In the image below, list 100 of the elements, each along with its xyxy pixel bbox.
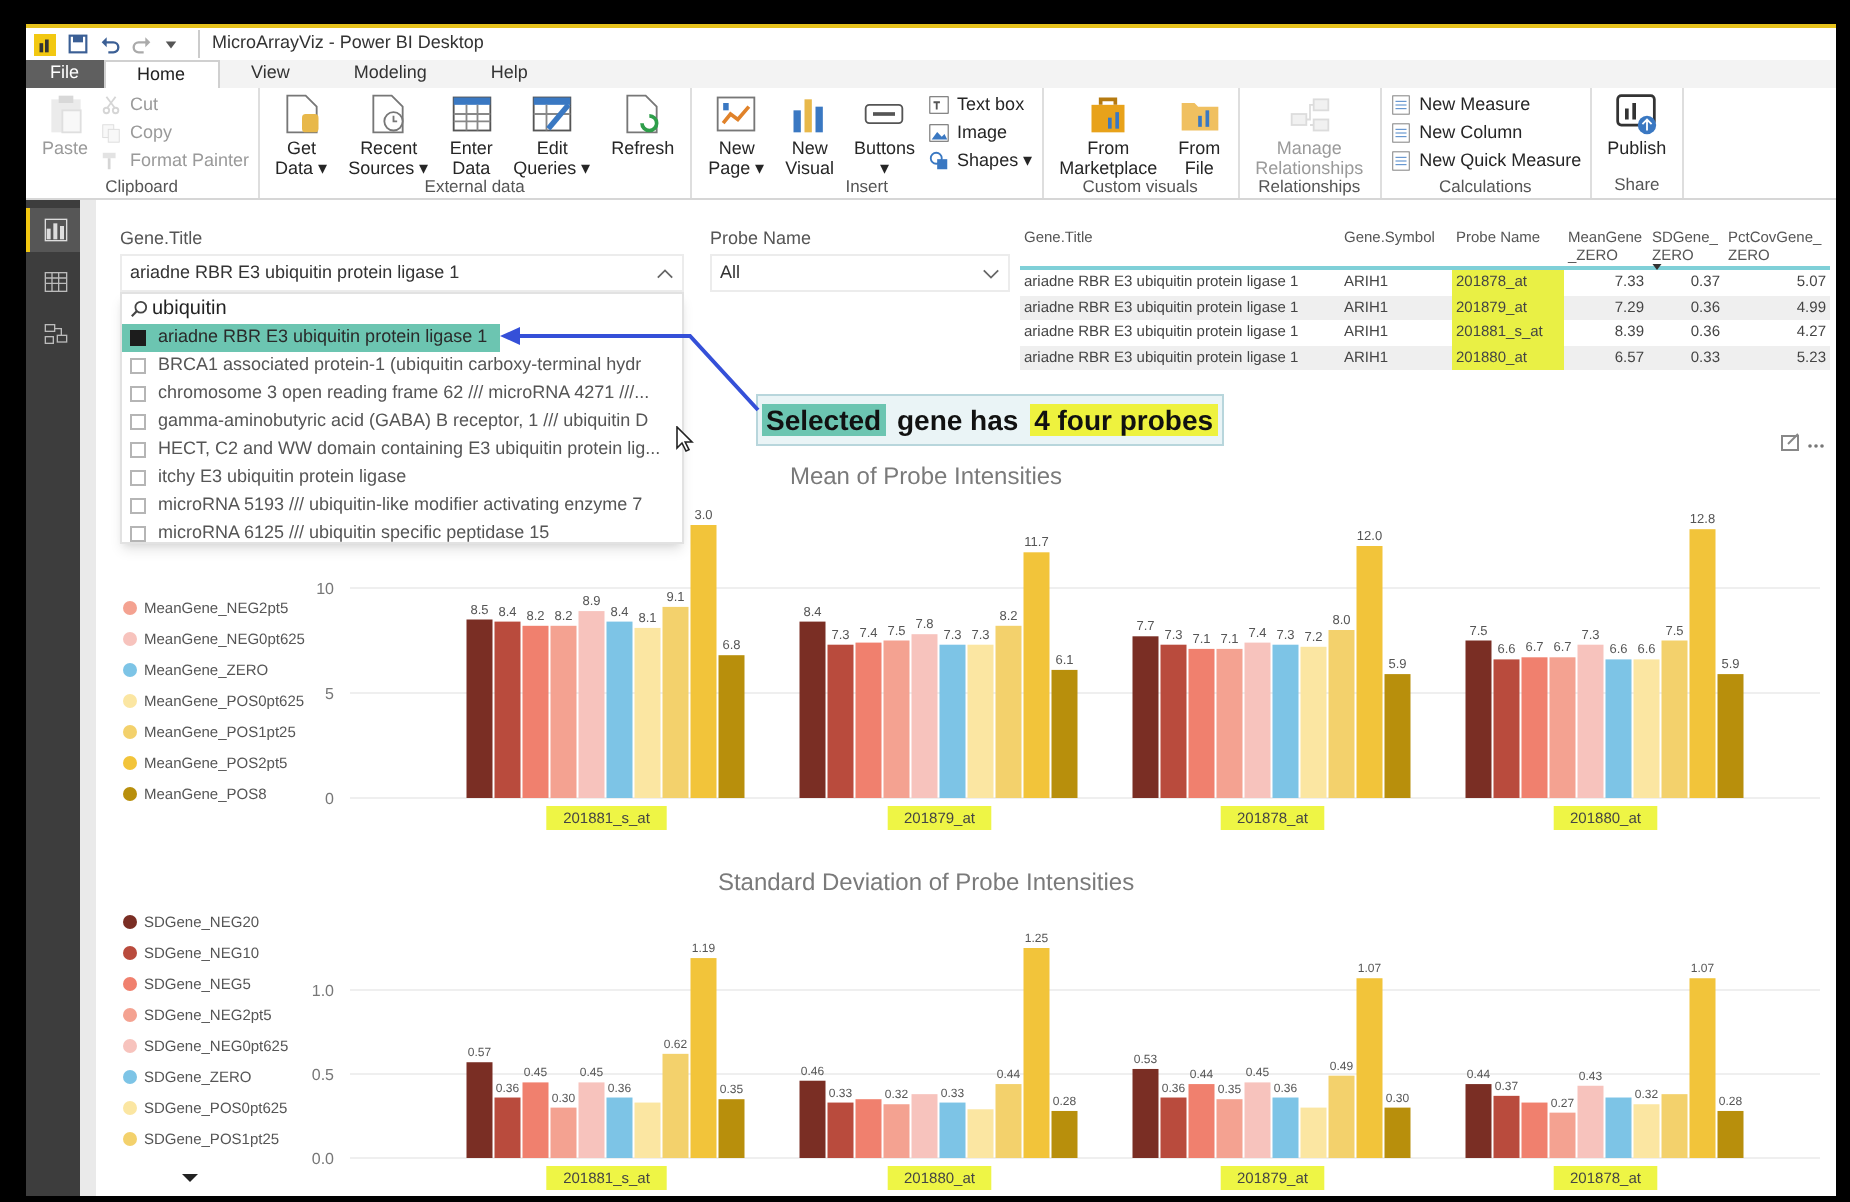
ribbon-button[interactable]: New Quick Measure <box>1389 148 1582 174</box>
scroll-down-icon[interactable] <box>182 1174 198 1182</box>
ribbon-button[interactable]: From File <box>1169 92 1230 178</box>
checkbox[interactable] <box>130 498 146 514</box>
tick-label: 10 <box>316 580 334 598</box>
group-label: Custom visuals <box>1082 176 1200 200</box>
ribbon-tab[interactable]: File <box>26 60 104 88</box>
model-icon <box>43 322 67 346</box>
bar[interactable] <box>1051 669 1078 798</box>
sort-arrow-icon <box>1652 264 1662 270</box>
bar[interactable] <box>1160 644 1187 798</box>
chevron-up-icon <box>656 267 674 279</box>
app-logo-icon <box>34 33 56 55</box>
redo-icon[interactable] <box>132 34 152 54</box>
ribbon-button[interactable]: Publish <box>1599 92 1675 158</box>
ribbon-button[interactable]: Enter Data <box>441 92 502 178</box>
ribbon-button[interactable]: Refresh <box>603 92 683 158</box>
checkbox[interactable] <box>130 330 146 346</box>
bar[interactable] <box>855 1099 882 1158</box>
list-item[interactable]: HECT, C2 and WW domain containing E3 ubiquitin protein lig... <box>122 436 673 464</box>
data-grid-icon <box>43 270 67 294</box>
scissors-icon <box>100 94 123 116</box>
bar[interactable] <box>718 1099 745 1158</box>
bar[interactable] <box>718 655 745 798</box>
ribbon-button[interactable]: New Page ▾ <box>700 92 774 178</box>
list-item[interactable]: microRNA 5193 /// ubiquitin-like modifier activating enzyme 7 <box>122 492 655 520</box>
group-label: Clipboard <box>103 174 180 200</box>
bar[interactable] <box>799 1080 826 1158</box>
tick-label: 0.0 <box>311 1150 334 1168</box>
chart-title: Mean of Probe Intensities <box>789 462 1063 490</box>
bar[interactable] <box>1188 1084 1215 1158</box>
ribbon-button[interactable]: New Column <box>1389 120 1582 146</box>
ribbon-tab[interactable]: Help <box>458 60 560 88</box>
report-icon <box>43 218 67 242</box>
bar[interactable] <box>827 644 854 798</box>
checkbox[interactable] <box>130 442 146 458</box>
bar[interactable] <box>1188 648 1215 798</box>
checkbox[interactable] <box>130 526 146 542</box>
view-button[interactable] <box>26 208 80 252</box>
checkbox[interactable] <box>130 386 146 402</box>
bar[interactable] <box>494 621 521 798</box>
bar[interactable] <box>466 1062 493 1158</box>
slicer-dropdown[interactable]: ariadne RBR E3 ubiquitin protein ligase 1 <box>120 254 684 292</box>
checkbox[interactable] <box>130 470 146 486</box>
checkbox[interactable] <box>130 414 146 430</box>
checkbox[interactable] <box>130 358 146 374</box>
list-item[interactable]: chromosome 3 open reading frame 62 /// microRNA 4271 ///... <box>122 380 662 408</box>
group-label: External data <box>422 176 525 200</box>
bar[interactable] <box>1132 1068 1159 1158</box>
list-item[interactable]: BRCA1 associated protein-1 (ubiquitin carboxy-terminal hydr <box>122 352 654 380</box>
tick-label: 1.0 <box>311 982 334 1000</box>
bar[interactable] <box>799 621 826 798</box>
group-label: Relationships <box>1258 176 1361 200</box>
search-field[interactable]: ubiquitin <box>152 296 552 322</box>
bar[interactable] <box>1465 640 1492 798</box>
bar[interactable] <box>1717 674 1744 798</box>
ribbon-button[interactable]: From Marketplace <box>1051 92 1166 178</box>
chevron-down-icon <box>982 267 1000 279</box>
ribbon-button[interactable]: Buttons ▾ <box>846 92 924 178</box>
bar[interactable] <box>522 1082 549 1158</box>
ribbon-button[interactable]: Edit Queries ▾ <box>505 92 600 178</box>
list-item[interactable]: gamma-aminobutyric acid (GABA) B receptor, 1 /// ubiquitin D <box>122 408 661 436</box>
save-icon[interactable] <box>68 34 88 54</box>
slicer-dropdown[interactable]: All <box>710 254 1010 292</box>
ribbon-button[interactable]: Text box <box>927 92 1034 118</box>
bar[interactable] <box>1384 674 1411 798</box>
bar[interactable] <box>1521 657 1548 798</box>
bar[interactable] <box>1465 1084 1492 1158</box>
ribbon-button[interactable]: Get Data ▾ <box>267 92 337 178</box>
diagram-icon <box>1287 92 1332 136</box>
copy-icon <box>100 122 123 144</box>
list-item[interactable]: ariadne RBR E3 ubiquitin protein ligase 1 <box>122 324 500 352</box>
ribbon-button[interactable]: Shapes ▾ <box>927 148 1034 174</box>
ribbon-tab[interactable]: Home <box>103 60 220 88</box>
bar[interactable] <box>855 642 882 798</box>
bag-chart-icon <box>1086 92 1131 136</box>
list-item[interactable]: itchy E3 ubiquitin protein ligase <box>122 464 419 492</box>
ribbon-button[interactable]: New Visual <box>777 92 843 178</box>
ribbon-button[interactable]: Image <box>927 120 1034 146</box>
search-icon <box>130 300 148 318</box>
bar[interactable] <box>1493 659 1520 798</box>
list-item[interactable]: microRNA 6125 /// ubiquitin specific peptidase 15 <box>122 520 562 542</box>
ribbon-button[interactable]: Recent Sources ▾ <box>340 92 438 178</box>
ribbon-tab[interactable]: View <box>219 60 322 88</box>
ribbon-button[interactable]: New Measure <box>1389 92 1582 118</box>
image-icon <box>927 122 950 144</box>
shapes-icon <box>927 150 950 172</box>
chart-title: Standard Deviation of Probe Intensities <box>717 868 1135 896</box>
bar[interactable] <box>466 619 493 798</box>
bar[interactable] <box>522 625 549 798</box>
text-box-icon <box>927 94 950 116</box>
callout-text: Selected gene has 4 four probes <box>762 402 1218 440</box>
tick-label: 0 <box>325 790 334 808</box>
ribbon-tab[interactable]: Modeling <box>321 60 459 88</box>
sheet-icon <box>1389 150 1412 172</box>
focus-mode-icon[interactable] <box>1781 433 1799 451</box>
slicer-title: Gene.Title <box>120 226 205 252</box>
undo-icon[interactable] <box>100 34 120 54</box>
caret-icon[interactable] <box>164 37 178 51</box>
bar[interactable] <box>1132 636 1159 798</box>
